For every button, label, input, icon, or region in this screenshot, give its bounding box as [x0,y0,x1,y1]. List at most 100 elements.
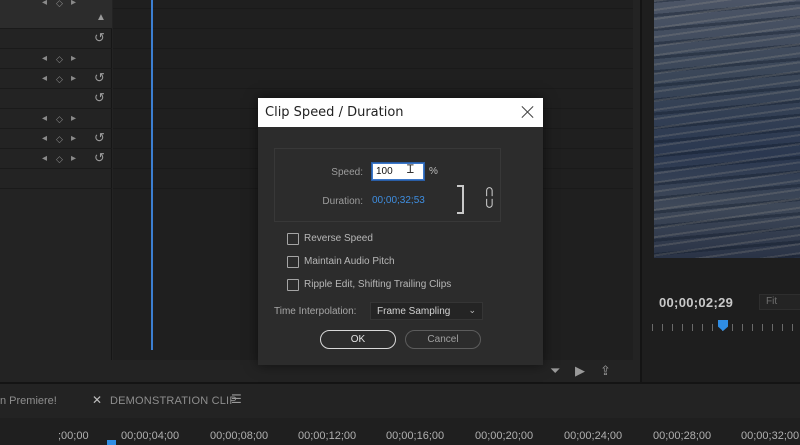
speed-duration-group: Speed: 100 Ɪ % Duration: 00;00;32;53 ⊂⊃ [274,148,501,222]
play-audio-icon[interactable]: ▶ [575,363,585,379]
collapse-icon[interactable]: ▲ [96,12,106,23]
ruler-label: 00;00;16;00 [386,430,445,442]
filter-icon[interactable]: ⏷ [550,363,560,379]
ruler-tick [702,324,703,331]
next-keyframe-icon[interactable]: ▸ [71,133,76,145]
ruler-label: 00;00;32;00 [741,430,800,442]
divider [113,8,633,9]
speed-input[interactable]: 100 [372,163,424,180]
add-keyframe-icon[interactable]: ◇ [56,0,63,9]
clip-speed-duration-dialog: Clip Speed / Duration Speed: 100 Ɪ % Dur… [258,98,543,365]
playhead-timecode[interactable]: 00;00;02;29 [659,295,733,310]
property-row: ◂ ◇ ▸ ↺ [0,149,112,169]
reset-icon[interactable]: ↺ [94,131,105,145]
link-icon[interactable]: ⊂⊃ [481,186,498,209]
prev-keyframe-icon[interactable]: ◂ [42,73,47,85]
time-interpolation-label: Time Interpolation: [274,306,357,317]
next-keyframe-icon[interactable]: ▸ [71,0,76,9]
add-keyframe-icon[interactable]: ◇ [56,113,63,125]
video-frame [654,0,800,258]
maintain-audio-pitch-label[interactable]: Maintain Audio Pitch [304,256,395,267]
panel-menu-icon[interactable]: ☰ [231,392,242,406]
text-cursor-icon: Ɪ [407,162,414,176]
dialog-titlebar[interactable]: Clip Speed / Duration [258,98,543,127]
prev-keyframe-icon[interactable]: ◂ [42,133,47,145]
next-keyframe-icon[interactable]: ▸ [71,73,76,85]
ruler-tick [762,324,763,331]
tab-demonstration-clip[interactable]: DEMONSTRATION CLIP [110,395,237,407]
ruler-tick [682,324,683,331]
ruler-tick [742,324,743,331]
add-keyframe-icon[interactable]: ◇ [56,53,63,65]
property-row: ▲ [0,9,112,29]
close-icon[interactable]: ✕ [92,393,102,407]
property-row [0,169,112,189]
add-keyframe-icon[interactable]: ◇ [56,73,63,85]
ruler-label: 00;00;28;00 [653,430,712,442]
property-row: ◂ ◇ ▸ [0,49,112,69]
divider [113,48,633,49]
playhead-line[interactable] [151,0,153,350]
ruler-tick [752,324,753,331]
close-icon[interactable] [519,103,537,121]
property-row: ↺ [0,89,112,109]
ruler-tick [792,324,793,331]
add-keyframe-icon[interactable]: ◇ [56,133,63,145]
property-row: ↺ [0,29,112,49]
timeline-panel: n Premiere! ✕ DEMONSTRATION CLIP ☰ ;00;0… [0,382,800,445]
prev-keyframe-icon[interactable]: ◂ [42,113,47,125]
reset-icon[interactable]: ↺ [94,71,105,85]
ruler-tick [672,324,673,331]
ruler-tick [692,324,693,331]
reverse-speed-label[interactable]: Reverse Speed [304,233,373,244]
ruler-tick [712,324,713,331]
reset-icon[interactable]: ↺ [94,91,105,105]
reset-icon[interactable]: ↺ [94,151,105,165]
ruler-label: 00;00;24;00 [564,430,623,442]
time-interpolation-select[interactable]: Frame Sampling ⌄ [370,302,483,320]
tab-previous-sequence[interactable]: n Premiere! [0,395,57,407]
program-monitor: 00;00;02;29 Fit [640,0,800,382]
link-bracket [457,185,464,214]
property-row: ◂ ◇ ▸ ↺ [0,69,112,89]
next-keyframe-icon[interactable]: ▸ [71,53,76,65]
ruler-label: 00;00;08;00 [210,430,269,442]
speed-unit: % [429,166,438,177]
timeline-tab-bar: n Premiere! ✕ DEMONSTRATION CLIP ☰ [0,384,800,418]
time-interpolation-value: Frame Sampling [377,306,451,317]
duration-label: Duration: [322,196,363,207]
prev-keyframe-icon[interactable]: ◂ [42,53,47,65]
timeline-playhead[interactable] [107,440,116,445]
ruler-tick [782,324,783,331]
reverse-speed-checkbox[interactable] [287,233,299,245]
reset-icon[interactable]: ↺ [94,31,105,45]
duration-value[interactable]: 00;00;32;53 [372,195,425,206]
prev-keyframe-icon[interactable]: ◂ [42,153,47,165]
ruler-label: 00;00;04;00 [121,430,180,442]
divider [113,28,633,29]
ok-button[interactable]: OK [320,330,396,349]
ripple-edit-checkbox[interactable] [287,279,299,291]
cancel-button[interactable]: Cancel [405,330,481,349]
maintain-audio-pitch-checkbox[interactable] [287,256,299,268]
ruler-tick [772,324,773,331]
dialog-title: Clip Speed / Duration [265,105,404,120]
ripple-edit-label[interactable]: Ripple Edit, Shifting Trailing Clips [304,279,451,290]
speed-label: Speed: [331,167,363,178]
ruler-label: 00;00;12;00 [298,430,357,442]
ruler-label: 00;00;20;00 [475,430,534,442]
next-keyframe-icon[interactable]: ▸ [71,113,76,125]
add-keyframe-icon[interactable]: ◇ [56,153,63,165]
prev-keyframe-icon[interactable]: ◂ [42,0,47,9]
zoom-fit-select[interactable]: Fit [759,294,800,310]
divider [113,88,633,89]
ruler-label: ;00;00 [58,430,89,442]
property-row: ◂ ◇ ▸ [0,109,112,129]
ruler-tick [732,324,733,331]
effect-properties-column: ◂ ◇ ▸ ▲ ↺ ◂ ◇ ▸ ◂ ◇ ▸ ↺ ↺ ◂ ◇ ▸ ◂ ◇ ▸ ↺ … [0,0,112,360]
timeline-ruler[interactable]: ;00;00 00;00;04;00 00;00;08;00 00;00;12;… [0,418,800,445]
ruler-tick [652,324,653,331]
property-row: ◂ ◇ ▸ ↺ [0,129,112,149]
export-icon[interactable]: ⇪ [600,363,611,379]
next-keyframe-icon[interactable]: ▸ [71,153,76,165]
